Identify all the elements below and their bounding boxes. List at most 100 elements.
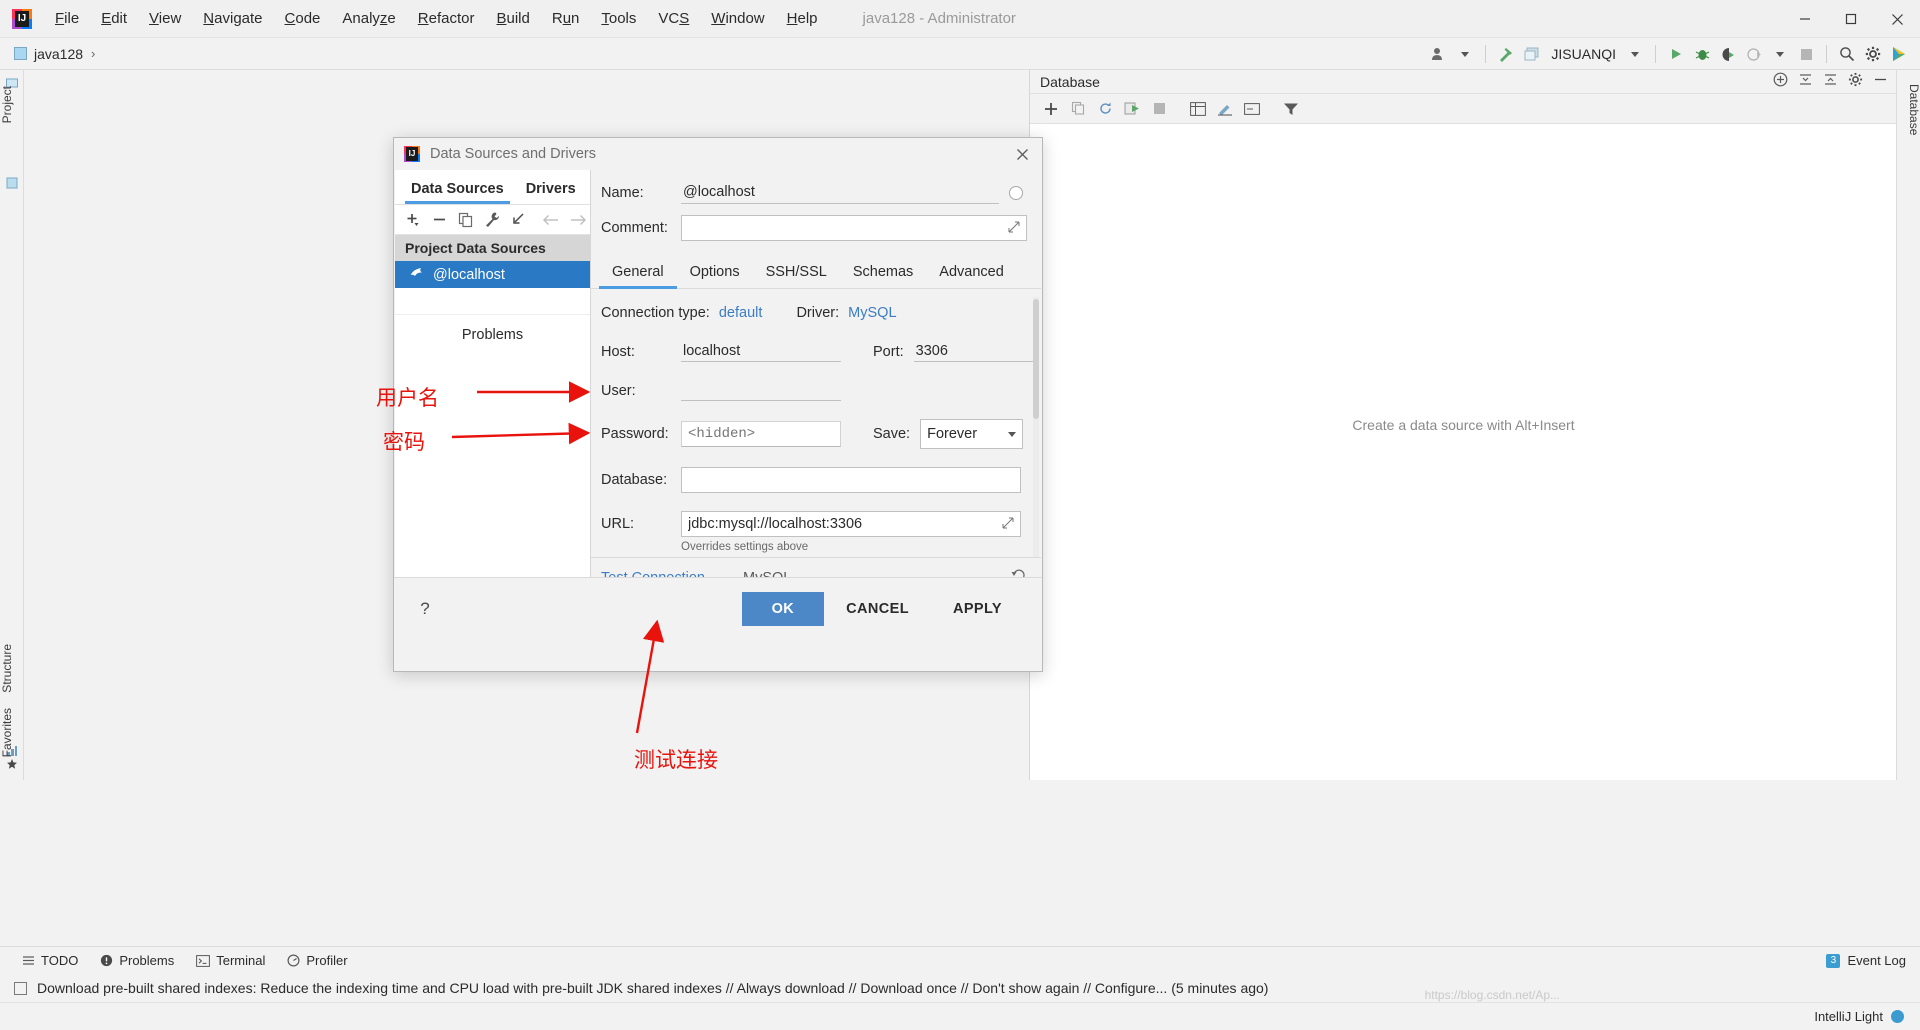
minimize-button[interactable] [1782, 0, 1828, 38]
db-add-icon[interactable] [1040, 98, 1062, 120]
dialog-close-icon[interactable] [1012, 144, 1032, 164]
url-input[interactable] [681, 511, 1021, 537]
left-tool-window-strip: Project Structure Favorites [0, 70, 24, 780]
sidebar-item-project[interactable]: Project [0, 82, 24, 127]
database-row: Database: [601, 467, 1023, 493]
database-panel-header-icons [1773, 70, 1888, 94]
right-tool-window-strip: Database [1896, 70, 1920, 780]
maximize-button[interactable] [1828, 0, 1874, 38]
import-data-source-icon[interactable] [507, 208, 531, 232]
connection-type-row: Connection type: default Driver: MySQL [601, 305, 1023, 321]
tab-drivers[interactable]: Drivers [520, 181, 582, 204]
port-input[interactable] [913, 341, 1039, 362]
project-module-icon [14, 47, 27, 60]
tab-profiler[interactable]: Profiler [287, 953, 348, 968]
menu-build[interactable]: Build [485, 6, 540, 31]
sidebar-item-favorites[interactable]: Favorites [0, 704, 24, 761]
cancel-button[interactable]: CANCEL [824, 592, 931, 626]
copy-data-source-icon[interactable] [454, 208, 478, 232]
tab-advanced[interactable]: Advanced [926, 262, 1017, 288]
host-input[interactable] [681, 341, 841, 362]
tab-general[interactable]: General [599, 262, 677, 289]
notification-text[interactable]: Download pre-built shared indexes: Reduc… [37, 980, 1268, 996]
tab-options[interactable]: Options [677, 262, 753, 288]
menu-refactor[interactable]: Refactor [407, 6, 486, 31]
url-expand-icon[interactable] [999, 517, 1017, 532]
navigate-back-icon[interactable] [539, 208, 563, 232]
database-input[interactable] [681, 467, 1021, 493]
user-dropdown-caret-icon[interactable] [1452, 41, 1478, 67]
sidebar-item-structure[interactable]: Structure [0, 640, 24, 697]
settings-scrollbar-thumb[interactable] [1033, 299, 1039, 419]
save-password-select[interactable]: Forever [920, 419, 1023, 449]
menu-help[interactable]: Help [776, 6, 829, 31]
name-input[interactable] [681, 182, 999, 204]
menu-tools[interactable]: Tools [590, 6, 647, 31]
run-icon[interactable] [1663, 41, 1689, 67]
comment-input[interactable] [681, 215, 1027, 241]
apply-button[interactable]: APPLY [931, 592, 1024, 626]
comment-expand-icon[interactable] [1005, 221, 1023, 236]
db-filter-icon[interactable] [1280, 98, 1302, 120]
tab-todo[interactable]: TODO [22, 953, 78, 968]
help-button[interactable]: ? [412, 596, 438, 622]
close-button[interactable] [1874, 0, 1920, 38]
profiler-dropdown-caret-icon[interactable] [1767, 41, 1793, 67]
menu-navigate[interactable]: Navigate [192, 6, 273, 31]
run-config-icon[interactable] [1519, 41, 1545, 67]
user-input[interactable] [681, 380, 841, 401]
ok-button[interactable]: OK [741, 592, 825, 626]
tab-ssh-ssl[interactable]: SSH/SSL [753, 262, 840, 288]
problems-section-label[interactable]: Problems [395, 314, 590, 343]
add-datasource-circle-icon[interactable] [1773, 72, 1788, 92]
search-everywhere-icon[interactable] [1834, 41, 1860, 67]
run-configuration-selector[interactable]: JISUANQI [1545, 46, 1622, 62]
name-status-circle-icon[interactable] [1009, 186, 1023, 200]
add-data-source-icon[interactable] [401, 208, 425, 232]
menu-window[interactable]: Window [700, 6, 775, 31]
menu-view[interactable]: View [138, 6, 192, 31]
password-label: Password: [601, 426, 669, 442]
tab-problems[interactable]: Problems [100, 953, 174, 968]
settings-gear-icon[interactable] [1860, 41, 1886, 67]
debug-icon[interactable] [1689, 41, 1715, 67]
sidebar-item-database[interactable]: Database [1897, 80, 1920, 139]
data-source-row-localhost[interactable]: @localhost [395, 261, 590, 288]
idea-feature-icon[interactable] [1886, 41, 1912, 67]
menu-file[interactable]: File [44, 6, 90, 31]
remove-data-source-icon[interactable] [427, 208, 451, 232]
menu-analyze[interactable]: Analyze [331, 6, 406, 31]
event-log-count-badge: 3 [1826, 953, 1841, 968]
event-log-tab[interactable]: 3 Event Log [1826, 953, 1906, 968]
menu-vcs[interactable]: VCS [647, 6, 700, 31]
tab-schemas[interactable]: Schemas [840, 262, 926, 288]
db-console-icon[interactable] [1241, 98, 1263, 120]
build-hammer-icon[interactable] [1493, 41, 1519, 67]
db-run-query-icon[interactable] [1121, 98, 1143, 120]
db-refresh-icon[interactable] [1094, 98, 1116, 120]
run-config-dropdown-icon[interactable] [1622, 41, 1648, 67]
hide-panel-icon[interactable] [1873, 72, 1888, 92]
database-empty-hint: Create a data source with Alt+Insert [1352, 417, 1575, 433]
driver-properties-wrench-icon[interactable] [480, 208, 504, 232]
tab-data-sources[interactable]: Data Sources [405, 181, 510, 204]
connection-type-value[interactable]: default [719, 305, 763, 321]
user-account-icon[interactable] [1426, 41, 1452, 67]
tab-terminal[interactable]: Terminal [196, 953, 265, 968]
menu-edit[interactable]: Edit [90, 6, 138, 31]
theme-label[interactable]: IntelliJ Light [1814, 1009, 1883, 1024]
menu-run[interactable]: Run [541, 6, 591, 31]
password-input[interactable] [681, 421, 841, 447]
database-settings-gear-icon[interactable] [1848, 72, 1863, 92]
breadcrumb[interactable]: java128 [34, 46, 83, 62]
general-tab-panel: Connection type: default Driver: MySQL H… [591, 289, 1041, 579]
collapse-all-icon[interactable] [1823, 72, 1838, 92]
run-with-coverage-icon[interactable] [1715, 41, 1741, 67]
db-edit-icon[interactable] [1214, 98, 1236, 120]
driver-value[interactable]: MySQL [848, 305, 896, 321]
db-table-icon[interactable] [1187, 98, 1209, 120]
profiler-icon[interactable] [1741, 41, 1767, 67]
menu-code[interactable]: Code [274, 6, 332, 31]
expand-all-icon[interactable] [1798, 72, 1813, 92]
navigate-forward-icon[interactable] [566, 208, 590, 232]
